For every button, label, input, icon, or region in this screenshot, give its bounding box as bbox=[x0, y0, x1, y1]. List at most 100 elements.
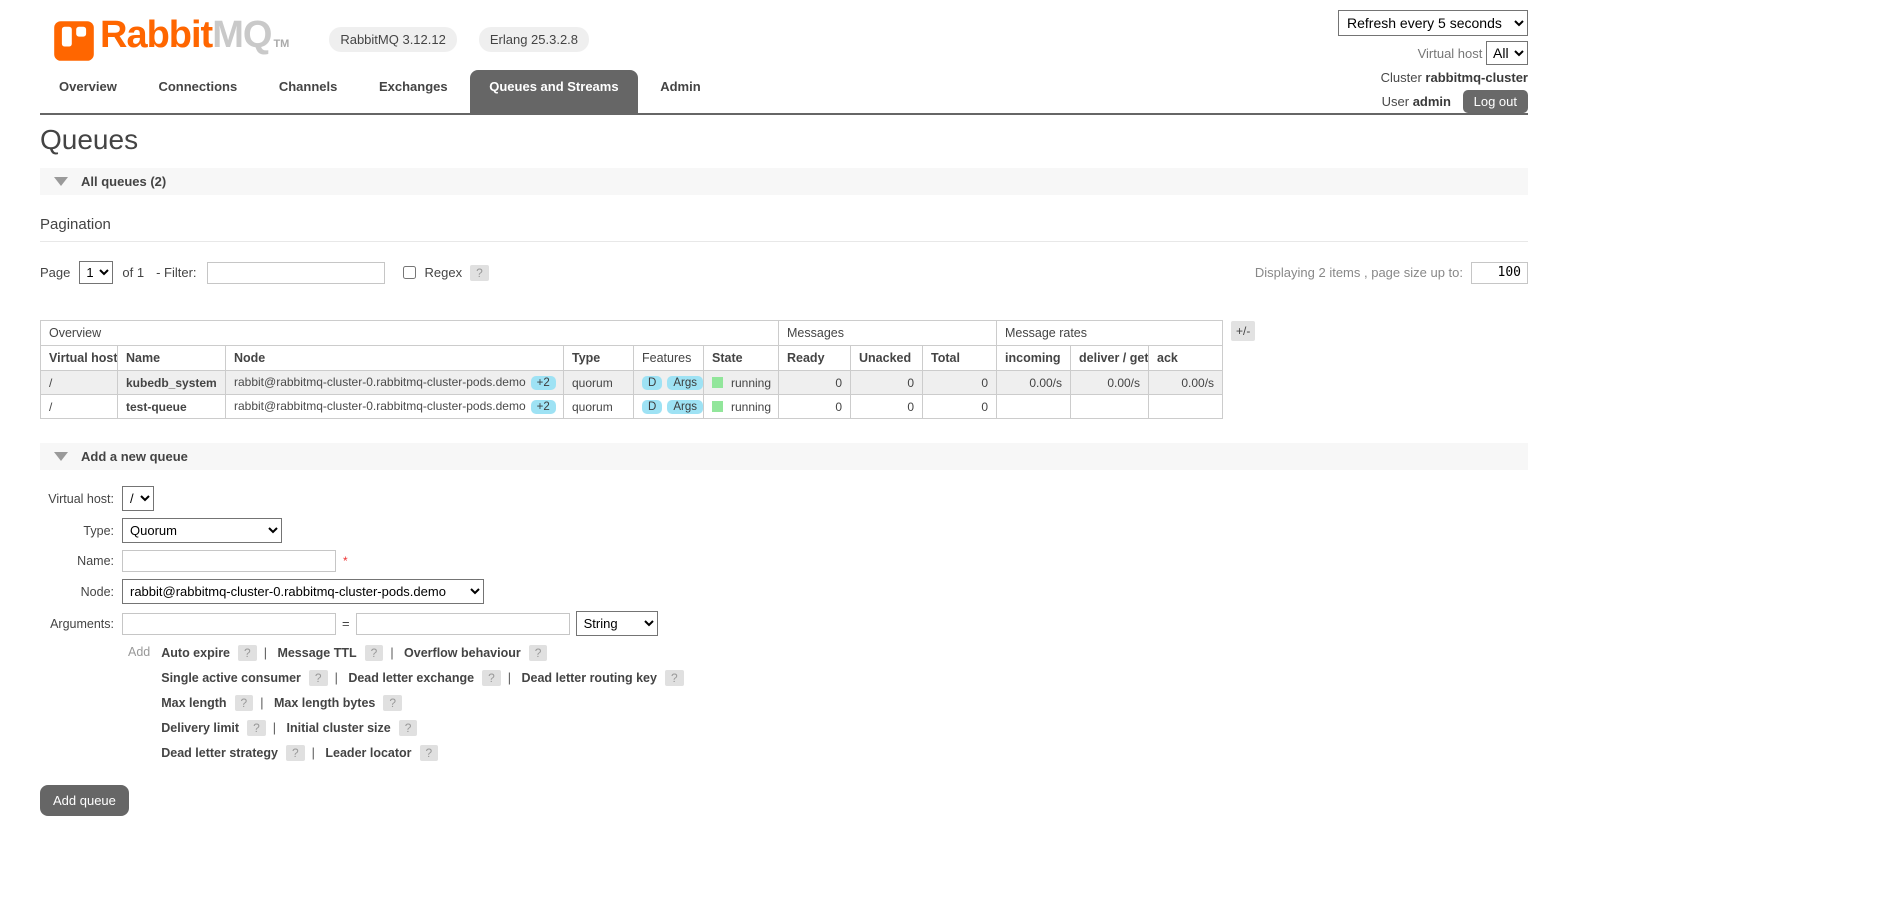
filter-input[interactable] bbox=[207, 262, 385, 284]
durable-badge[interactable]: D bbox=[642, 376, 662, 390]
arg-link-max-length-bytes[interactable]: Max length bytes bbox=[274, 696, 375, 710]
arg-link-dead-letter-strategy[interactable]: Dead letter strategy bbox=[161, 746, 278, 760]
help-icon[interactable]: ? bbox=[420, 745, 439, 761]
virtual-host-select[interactable]: All bbox=[1486, 41, 1528, 65]
args-badge[interactable]: Args bbox=[667, 376, 703, 390]
add-queue-section-header[interactable]: Add a new queue bbox=[40, 443, 1528, 470]
queue-name-link[interactable]: kubedb_system bbox=[118, 371, 226, 395]
arg-link-single-active-consumer[interactable]: Single active consumer bbox=[161, 671, 301, 685]
form-row-node: Node: rabbit@rabbitmq-cluster-0.rabbitmq… bbox=[40, 579, 1528, 604]
shortcut-line-4: Delivery limit? | Initial cluster size? bbox=[161, 720, 683, 736]
regex-checkbox[interactable] bbox=[403, 266, 416, 279]
cell-type: quorum bbox=[564, 395, 634, 419]
add-queue-button[interactable]: Add queue bbox=[40, 785, 129, 816]
page-number-select[interactable]: 1 bbox=[79, 261, 113, 284]
col-unacked[interactable]: Unacked bbox=[851, 346, 923, 371]
node-more-badge[interactable]: +2 bbox=[531, 400, 556, 414]
arg-link-overflow-behaviour[interactable]: Overflow behaviour bbox=[404, 646, 521, 660]
node-more-badge[interactable]: +2 bbox=[531, 376, 556, 390]
cell-node: rabbit@rabbitmq-cluster-0.rabbitmq-clust… bbox=[226, 395, 564, 419]
help-icon[interactable]: ? bbox=[529, 645, 548, 661]
col-deliver-get[interactable]: deliver / get bbox=[1071, 346, 1149, 371]
logout-button[interactable]: Log out bbox=[1463, 90, 1528, 113]
regex-help-icon[interactable]: ? bbox=[470, 265, 489, 281]
tab-queues-and-streams[interactable]: Queues and Streams bbox=[470, 70, 637, 113]
name-field-input[interactable] bbox=[122, 550, 336, 572]
cell-features: D Args bbox=[634, 371, 704, 395]
col-incoming[interactable]: incoming bbox=[997, 346, 1071, 371]
page-of-text: of 1 bbox=[122, 265, 144, 280]
help-icon[interactable]: ? bbox=[665, 670, 684, 686]
col-node[interactable]: Node bbox=[226, 346, 564, 371]
refresh-row: Refresh every 5 seconds bbox=[1338, 10, 1528, 36]
help-icon[interactable]: ? bbox=[365, 645, 384, 661]
rabbitmq-logo[interactable]: RabbitMQTM bbox=[52, 16, 289, 63]
argument-type-select[interactable]: String bbox=[576, 611, 658, 636]
help-icon[interactable]: ? bbox=[399, 720, 418, 736]
help-icon[interactable]: ? bbox=[238, 645, 257, 661]
help-icon[interactable]: ? bbox=[247, 720, 266, 736]
col-name[interactable]: Name bbox=[118, 346, 226, 371]
help-icon[interactable]: ? bbox=[235, 695, 254, 711]
type-field-select[interactable]: Quorum bbox=[122, 518, 282, 543]
refresh-interval-select[interactable]: Refresh every 5 seconds bbox=[1338, 10, 1528, 36]
arg-link-delivery-limit[interactable]: Delivery limit bbox=[161, 721, 239, 735]
node-field-label: Node: bbox=[40, 585, 114, 599]
page-size-input[interactable] bbox=[1471, 262, 1528, 284]
cell-type: quorum bbox=[564, 371, 634, 395]
durable-badge[interactable]: D bbox=[642, 400, 662, 414]
tab-overview[interactable]: Overview bbox=[40, 70, 136, 113]
tab-connections[interactable]: Connections bbox=[139, 70, 256, 113]
arg-link-initial-cluster-size[interactable]: Initial cluster size bbox=[287, 721, 391, 735]
cell-features: D Args bbox=[634, 395, 704, 419]
brand-tm-text: TM bbox=[273, 38, 289, 50]
help-icon[interactable]: ? bbox=[286, 745, 305, 761]
help-icon[interactable]: ? bbox=[482, 670, 501, 686]
col-virtual-host[interactable]: Virtual host bbox=[41, 346, 118, 371]
main-nav-tabs: Overview Connections Channels Exchanges … bbox=[40, 70, 1528, 115]
col-ready[interactable]: Ready bbox=[779, 346, 851, 371]
shortcut-line-3: Max length?| Max length bytes? bbox=[161, 695, 683, 711]
tab-admin[interactable]: Admin bbox=[641, 70, 719, 113]
link-separator: | bbox=[335, 671, 338, 685]
cell-ack: 0.00/s bbox=[1149, 371, 1223, 395]
tab-exchanges[interactable]: Exchanges bbox=[360, 70, 467, 113]
col-state[interactable]: State bbox=[704, 346, 779, 371]
col-type[interactable]: Type bbox=[564, 346, 634, 371]
help-icon[interactable]: ? bbox=[309, 670, 328, 686]
regex-label: Regex bbox=[425, 265, 463, 280]
all-queues-section-header[interactable]: All queues (2) bbox=[40, 168, 1528, 195]
arg-link-max-length[interactable]: Max length bbox=[161, 696, 226, 710]
args-badge[interactable]: Args bbox=[667, 400, 703, 414]
link-separator: | bbox=[273, 721, 276, 735]
arg-link-dead-letter-exchange[interactable]: Dead letter exchange bbox=[348, 671, 474, 685]
help-icon[interactable]: ? bbox=[383, 695, 402, 711]
type-field-label: Type: bbox=[40, 524, 114, 538]
add-hint-label: Add bbox=[128, 645, 150, 770]
column-toggle-button[interactable]: +/- bbox=[1231, 321, 1255, 341]
argument-value-input[interactable] bbox=[356, 613, 570, 635]
cell-ready: 0 bbox=[779, 395, 851, 419]
col-ack[interactable]: ack bbox=[1149, 346, 1223, 371]
arg-link-message-ttl[interactable]: Message TTL bbox=[277, 646, 356, 660]
cell-unacked: 0 bbox=[851, 395, 923, 419]
group-messages: Messages bbox=[779, 321, 997, 346]
vhost-field-label: Virtual host: bbox=[40, 492, 114, 506]
form-row-name: Name: * bbox=[40, 550, 1528, 572]
user-row: User admin Log out bbox=[1338, 90, 1528, 113]
argument-key-input[interactable] bbox=[122, 613, 336, 635]
arg-link-dead-letter-routing-key[interactable]: Dead letter routing key bbox=[521, 671, 656, 685]
node-field-select[interactable]: rabbit@rabbitmq-cluster-0.rabbitmq-clust… bbox=[122, 579, 484, 604]
cell-incoming bbox=[997, 395, 1071, 419]
state-text: running bbox=[731, 376, 771, 390]
argument-shortcuts: Add Auto expire? | Message TTL? | Overflow… bbox=[128, 645, 1528, 770]
arg-link-auto-expire[interactable]: Auto expire bbox=[161, 646, 230, 660]
vhost-field-select[interactable]: / bbox=[122, 486, 154, 511]
tab-channels[interactable]: Channels bbox=[260, 70, 357, 113]
page-size-controls: Displaying 2 items , page size up to: bbox=[1255, 262, 1528, 284]
queue-name-link[interactable]: test-queue bbox=[118, 395, 226, 419]
arg-link-leader-locator[interactable]: Leader locator bbox=[325, 746, 411, 760]
col-features: Features bbox=[634, 346, 704, 371]
col-total[interactable]: Total bbox=[923, 346, 997, 371]
page-title: Queues bbox=[40, 124, 1528, 156]
